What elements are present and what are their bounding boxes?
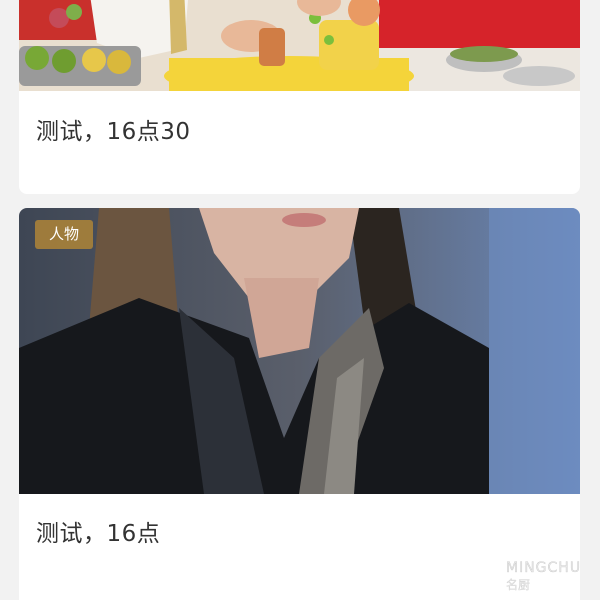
watermark-brand-cn-text: 名厨 [506,578,531,592]
card-cover-image[interactable]: 人物 [19,208,580,494]
brand-watermark: MINGCHU 名厨 [472,560,592,592]
article-card[interactable]: 测试，16点30 [19,0,580,194]
content-feed: 测试，16点30 人物 测试，16点 MINGCHU 名厨 [0,0,600,600]
card-cover-image[interactable] [19,0,580,91]
article-card[interactable]: 人物 测试，16点 [19,208,580,600]
watermark-brand-text: MINGCHU [506,560,582,576]
card-title[interactable]: 测试，16点30 [36,112,191,146]
category-tag: 人物 [35,220,93,249]
card-title[interactable]: 测试，16点 [36,514,160,548]
watermark-logo-icon [472,562,501,589]
